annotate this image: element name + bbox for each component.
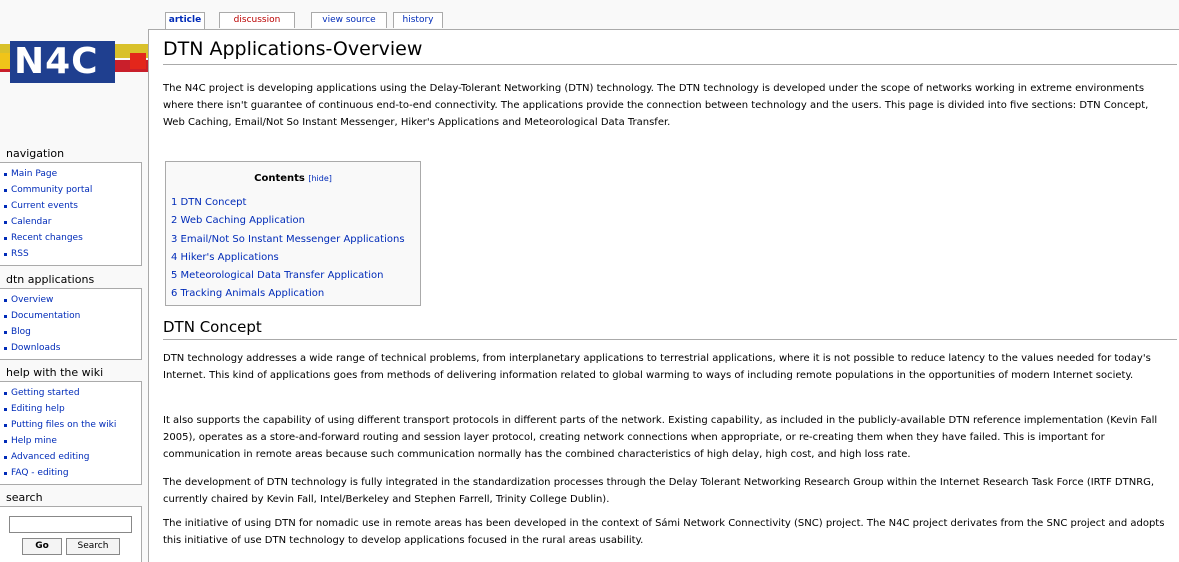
help-advanced-editing[interactable]: Advanced editing xyxy=(0,449,141,465)
help-faq-editing-link[interactable]: FAQ - editing xyxy=(11,468,69,478)
help-advanced-editing-link[interactable]: Advanced editing xyxy=(11,452,90,462)
nav-main-page-link[interactable]: Main Page xyxy=(11,169,57,179)
paragraph: DTN technology addresses a wide range of… xyxy=(163,353,1151,381)
help-putting-files-link[interactable]: Putting files on the wiki xyxy=(11,420,116,430)
paragraph: The development of DTN technology is ful… xyxy=(163,477,1155,505)
go-button[interactable]: Go xyxy=(22,538,62,555)
dtn-documentation[interactable]: Documentation xyxy=(0,308,141,324)
dtn-overview-link[interactable]: Overview xyxy=(11,295,53,305)
dtn-downloads-link[interactable]: Downloads xyxy=(11,343,60,353)
nav-community-portal-link[interactable]: Community portal xyxy=(11,185,92,195)
logo-square-red xyxy=(130,53,146,69)
help-help-mine-link[interactable]: Help mine xyxy=(11,436,57,446)
logo-text: N4C xyxy=(14,41,99,82)
help-help-mine[interactable]: Help mine xyxy=(0,433,141,449)
tab-discussion-label[interactable]: discussion xyxy=(234,15,281,25)
toc-item[interactable]: 5 Meteorological Data Transfer Applicati… xyxy=(171,267,405,285)
nav-rss-link[interactable]: RSS xyxy=(11,249,29,259)
toc-hide-link[interactable]: [hide] xyxy=(308,174,332,183)
dtn-applications-title: dtn applications xyxy=(6,273,95,286)
dtn-downloads[interactable]: Downloads xyxy=(0,340,141,356)
dtn-blog[interactable]: Blog xyxy=(0,324,141,340)
toc-item-link[interactable]: 4 Hiker's Applications xyxy=(171,252,279,263)
help-editing-help[interactable]: Editing help xyxy=(0,401,141,417)
paragraph: It also supports the capability of using… xyxy=(163,415,1158,460)
toc-item[interactable]: 1 DTN Concept xyxy=(171,194,405,212)
table-of-contents: Contents [hide] 1 DTN Concept 2 Web Cach… xyxy=(165,161,421,306)
toc-item-link[interactable]: 1 DTN Concept xyxy=(171,197,246,208)
dtn-documentation-link[interactable]: Documentation xyxy=(11,311,80,321)
tab-view-source[interactable]: view source xyxy=(311,12,387,28)
nav-recent-changes[interactable]: Recent changes xyxy=(0,230,141,246)
nav-rss[interactable]: RSS xyxy=(0,246,141,262)
toc-item-link[interactable]: 5 Meteorological Data Transfer Applicati… xyxy=(171,270,383,281)
tab-history-label[interactable]: history xyxy=(403,15,434,25)
section-rule xyxy=(163,339,1177,340)
site-logo[interactable]: N4C xyxy=(0,0,150,140)
toc-item-link[interactable]: 6 Tracking Animals Application xyxy=(171,288,324,299)
dtn-overview[interactable]: Overview xyxy=(0,292,141,308)
paragraph: The initiative of using DTN for nomadic … xyxy=(163,518,1165,546)
section-heading: DTN Concept xyxy=(163,318,262,336)
nav-community-portal[interactable]: Community portal xyxy=(0,182,141,198)
help-editing-help-link[interactable]: Editing help xyxy=(11,404,65,414)
page-title: DTN Applications-Overview xyxy=(163,38,423,60)
nav-current-events[interactable]: Current events xyxy=(0,198,141,214)
navigation-portlet: Main Page Community portal Current event… xyxy=(0,162,142,266)
search-title: search xyxy=(6,491,43,504)
toc-item-link[interactable]: 2 Web Caching Application xyxy=(171,215,305,226)
nav-calendar-link[interactable]: Calendar xyxy=(11,217,51,227)
tab-history[interactable]: history xyxy=(393,12,443,28)
tab-discussion[interactable]: discussion xyxy=(219,12,295,28)
toc-item[interactable]: 6 Tracking Animals Application xyxy=(171,285,405,303)
help-putting-files[interactable]: Putting files on the wiki xyxy=(0,417,141,433)
toc-item-link[interactable]: 3 Email/Not So Instant Messenger Applica… xyxy=(171,234,405,245)
toc-title-text: Contents xyxy=(254,173,305,184)
toc-item[interactable]: 2 Web Caching Application xyxy=(171,212,405,230)
dtn-applications-portlet: Overview Documentation Blog Downloads xyxy=(0,288,142,360)
help-getting-started-link[interactable]: Getting started xyxy=(11,388,80,398)
tab-article[interactable]: article xyxy=(165,12,205,30)
intro-paragraph: The N4C project is developing applicatio… xyxy=(163,83,1149,128)
help-portlet: Getting started Editing help Putting fil… xyxy=(0,381,142,485)
title-rule xyxy=(163,64,1177,65)
search-button[interactable]: Search xyxy=(66,538,120,555)
dtn-blog-link[interactable]: Blog xyxy=(11,327,31,337)
nav-current-events-link[interactable]: Current events xyxy=(11,201,78,211)
tab-view-source-label[interactable]: view source xyxy=(322,15,375,25)
tab-article-label[interactable]: article xyxy=(169,15,201,25)
help-faq-editing[interactable]: FAQ - editing xyxy=(0,465,141,481)
nav-main-page[interactable]: Main Page xyxy=(0,166,141,182)
toc-title: Contents [hide] xyxy=(166,173,420,184)
toc-item[interactable]: 4 Hiker's Applications xyxy=(171,249,405,267)
navigation-title: navigation xyxy=(6,147,65,160)
help-title: help with the wiki xyxy=(6,366,104,379)
search-input[interactable] xyxy=(9,516,132,533)
nav-calendar[interactable]: Calendar xyxy=(0,214,141,230)
nav-recent-changes-link[interactable]: Recent changes xyxy=(11,233,83,243)
help-getting-started[interactable]: Getting started xyxy=(0,385,141,401)
toc-item[interactable]: 3 Email/Not So Instant Messenger Applica… xyxy=(171,231,405,249)
